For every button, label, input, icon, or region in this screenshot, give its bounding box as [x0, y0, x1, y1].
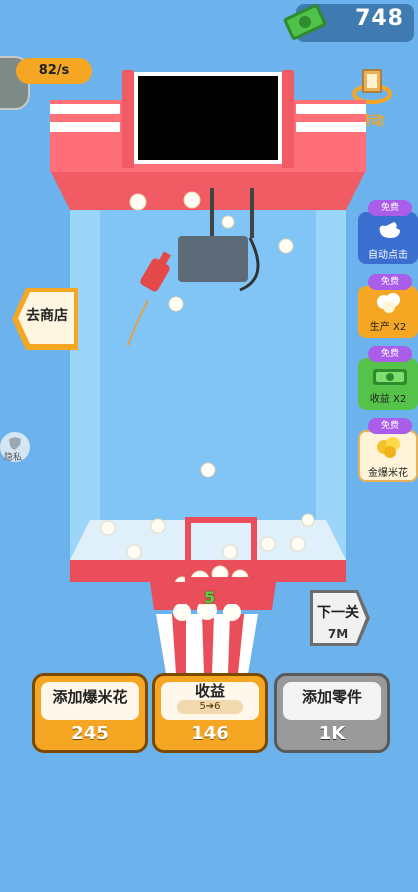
- shield-icon: [9, 437, 21, 450]
- privacy-label: 隐私: [4, 453, 23, 463]
- add-popcorn-label: 添加爆米花: [52, 688, 128, 706]
- popcorn-machine[interactable]: [50, 70, 366, 610]
- add-part-label: 添加零件: [301, 688, 362, 706]
- go-shop-label: 去商店: [26, 308, 68, 324]
- auto-click-label: 自动点击: [368, 250, 408, 261]
- add-popcorn-cost: 245: [71, 723, 109, 744]
- add-part-cost: 1K: [318, 723, 346, 744]
- income-upgrade-button[interactable]: 收益 5➔6 146: [152, 673, 268, 753]
- cash-icon: [373, 369, 407, 385]
- next-level-label: 下一关: [317, 605, 359, 621]
- hand-tap-icon: [379, 222, 400, 238]
- production-x2-label: 生产 X2: [369, 322, 407, 333]
- income-level: 5➔6: [177, 700, 243, 714]
- add-part-button[interactable]: 添加零件 1K: [274, 673, 390, 753]
- free-badge: 免费: [368, 418, 412, 434]
- golden-popcorn-label: 金爆米花: [368, 468, 408, 479]
- free-badge: 免费: [368, 346, 412, 362]
- free-badge: 免费: [368, 274, 412, 290]
- income-x2-label: 收益 X2: [369, 394, 407, 405]
- currency-amount: 748: [355, 6, 404, 31]
- income-cost: 146: [191, 723, 229, 744]
- add-popcorn-button[interactable]: 添加爆米花 245: [32, 673, 148, 753]
- golden-popcorn-icon: [377, 437, 400, 458]
- next-level-cost: 7M: [327, 627, 349, 641]
- income-label: 收益: [194, 682, 225, 700]
- free-badge: 免费: [368, 200, 412, 216]
- popcorn-bucket: [156, 604, 258, 674]
- cash-icon: [283, 4, 327, 40]
- popcorn-icon: [377, 293, 400, 313]
